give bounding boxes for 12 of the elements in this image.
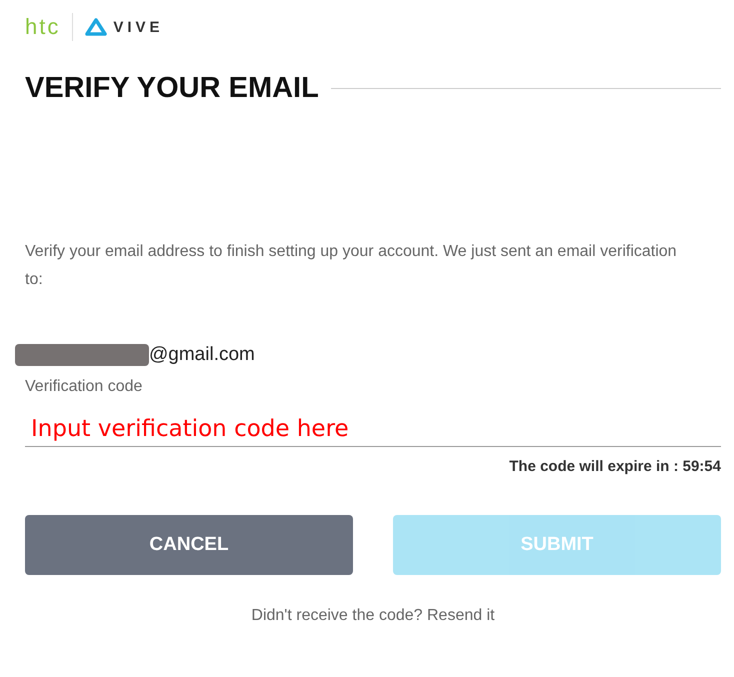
cancel-button[interactable]: CANCEL bbox=[25, 515, 353, 575]
expiry-text: The code will expire in : 59:54 bbox=[509, 458, 721, 475]
product-logo: VIVE bbox=[113, 18, 164, 36]
field-label: Verification code bbox=[25, 378, 144, 396]
brand-logo: htc bbox=[25, 14, 60, 40]
email-address: @gmail.com bbox=[149, 344, 255, 366]
instruction-text: Verify your email address to finish setting up your account. We just sent an email verification to: bbox=[25, 242, 678, 290]
input-field[interactable]: Input verification code here bbox=[25, 416, 721, 447]
resend-text: Didn't receive the code? Resend it bbox=[250, 607, 496, 625]
triangle-icon bbox=[85, 18, 108, 36]
page-title: VERIFY YOUR EMAIL bbox=[25, 72, 319, 105]
resend-link[interactable]: Resend it bbox=[427, 607, 495, 624]
